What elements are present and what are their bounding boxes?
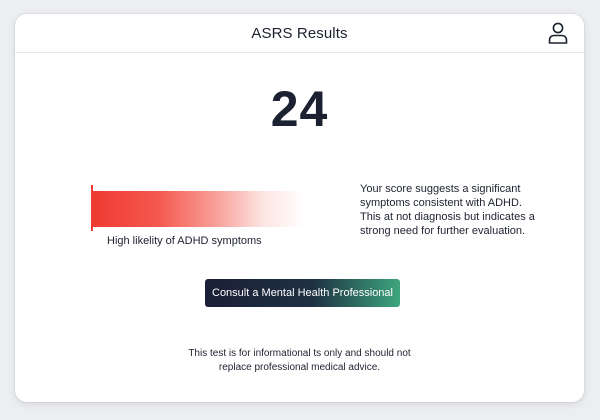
consult-professional-button[interactable]: Consult a Mental Health Professional bbox=[205, 279, 400, 307]
results-card: ASRS Results 24 High likelity of ADHD sy… bbox=[15, 14, 584, 402]
meter-fill bbox=[93, 191, 305, 227]
score-value: 24 bbox=[270, 81, 329, 137]
likelihood-meter bbox=[91, 185, 351, 231]
explanation-line: symptoms consistent with ADHD. bbox=[360, 197, 522, 209]
page-title: ASRS Results bbox=[251, 25, 348, 42]
explanation-line: This at not diagnosis but indicates a bbox=[360, 211, 535, 223]
likelihood-label: High likelity of ADHD symptoms bbox=[107, 235, 262, 247]
result-explanation: Your score suggests a significant sympto… bbox=[360, 182, 560, 238]
disclaimer-text: This test is for informational ts only a… bbox=[15, 347, 584, 375]
disclaimer-line: This test is for informational ts only a… bbox=[188, 348, 411, 359]
explanation-line: Your score suggests a significant bbox=[360, 183, 521, 195]
explanation-line: strong need for further evaluation. bbox=[360, 225, 526, 237]
user-icon[interactable] bbox=[548, 22, 568, 44]
header-bar: ASRS Results bbox=[15, 14, 584, 53]
disclaimer-line: replace professional medical advice. bbox=[218, 362, 381, 373]
